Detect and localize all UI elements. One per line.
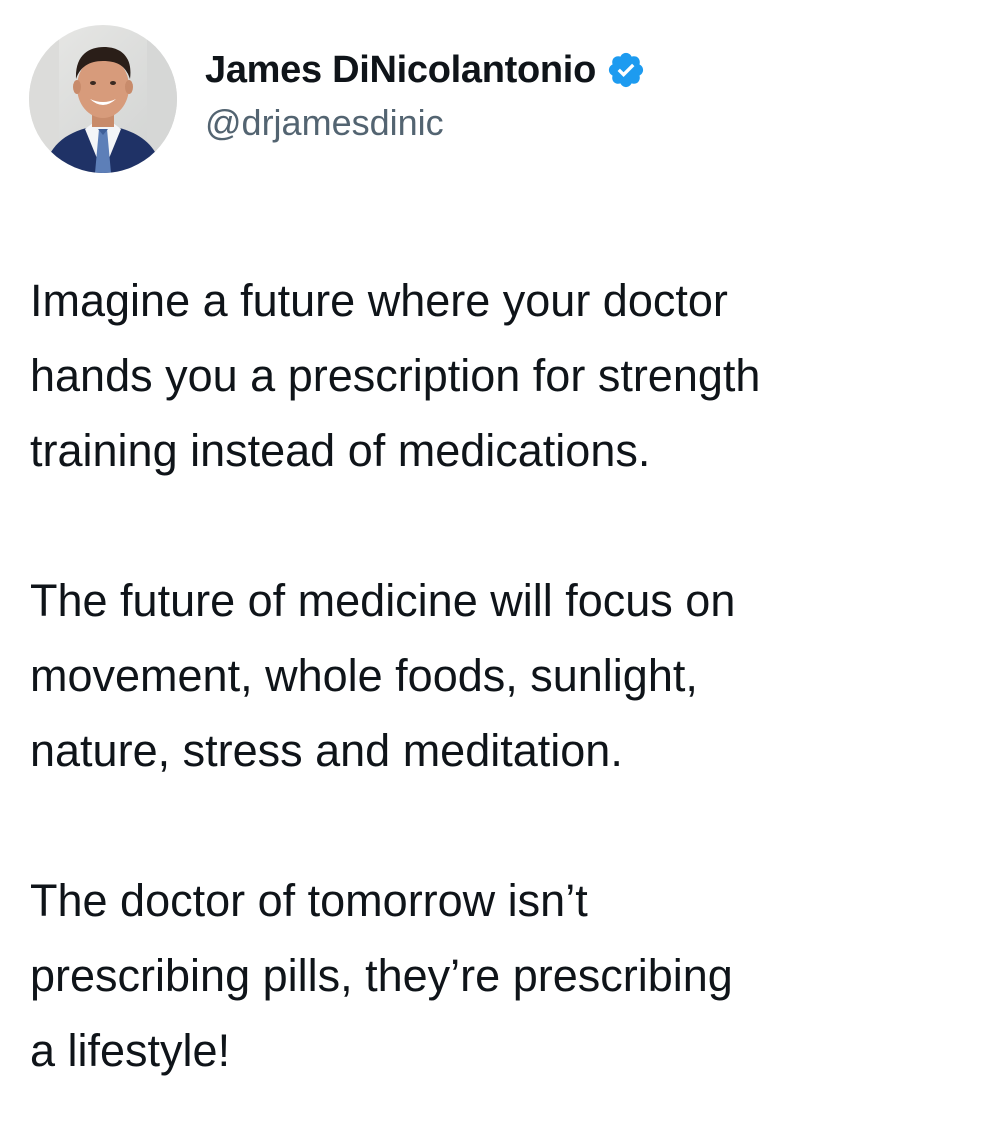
text-line: a lifestyle!: [30, 1025, 231, 1076]
text-line: Imagine a future where your doctor: [30, 275, 728, 326]
text-line: movement, whole foods, sunlight,: [30, 650, 698, 701]
tweet-text: Imagine a future where your doctor hands…: [30, 263, 980, 1088]
tweet-paragraph: Imagine a future where your doctor hands…: [30, 263, 980, 488]
text-line: training instead of medications.: [30, 425, 651, 476]
text-line: The future of medicine will focus on: [30, 575, 736, 626]
author-handle[interactable]: @drjamesdinic: [205, 102, 646, 144]
text-line: hands you a prescription for strength: [30, 350, 761, 401]
author-display-name[interactable]: James DiNicolantonio: [205, 49, 596, 92]
text-line: nature, stress and meditation.: [30, 725, 623, 776]
avatar-photo-icon: [29, 25, 177, 173]
text-line: prescribing pills, they’re prescribing: [30, 950, 733, 1001]
name-row: James DiNicolantonio: [205, 46, 646, 94]
verified-badge-icon: [606, 50, 646, 90]
tweet-card: James DiNicolantonio @drjamesdinic Imagi…: [0, 0, 1000, 1131]
tweet-paragraph: The doctor of tomorrow isn’t prescribing…: [30, 863, 980, 1088]
text-line: The doctor of tomorrow isn’t: [30, 875, 588, 926]
tweet-paragraph: The future of medicine will focus on mov…: [30, 563, 980, 788]
avatar[interactable]: [29, 25, 177, 173]
tweet-header: James DiNicolantonio @drjamesdinic: [29, 24, 646, 174]
author-identity: James DiNicolantonio @drjamesdinic: [205, 46, 646, 144]
